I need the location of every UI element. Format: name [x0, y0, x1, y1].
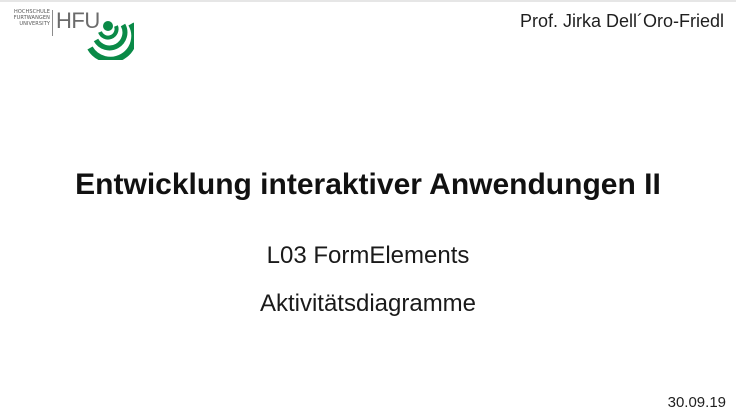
slide-subtitle-lecture: L03 FormElements — [266, 242, 470, 269]
slide-subtitle-topic: Aktivitätsdiagramme — [259, 290, 477, 317]
hfu-arcs-icon — [87, 21, 134, 60]
presentation-slide: HOCHSCHULE FURTWANGEN UNIVERSITY HFU Pro… — [0, 0, 736, 419]
logo-institution-text: HOCHSCHULE FURTWANGEN UNIVERSITY — [6, 9, 50, 27]
logo-divider — [52, 10, 53, 36]
author-name: Prof. Jirka Dell´Oro-Friedl — [519, 11, 724, 31]
top-border — [0, 0, 736, 2]
slide-date: 30.09.19 — [667, 394, 726, 411]
hfu-logo: HOCHSCHULE FURTWANGEN UNIVERSITY HFU — [6, 8, 136, 60]
slide-title: Entwicklung interaktiver Anwendungen II — [75, 168, 661, 201]
logo-line-3: UNIVERSITY — [19, 21, 50, 27]
